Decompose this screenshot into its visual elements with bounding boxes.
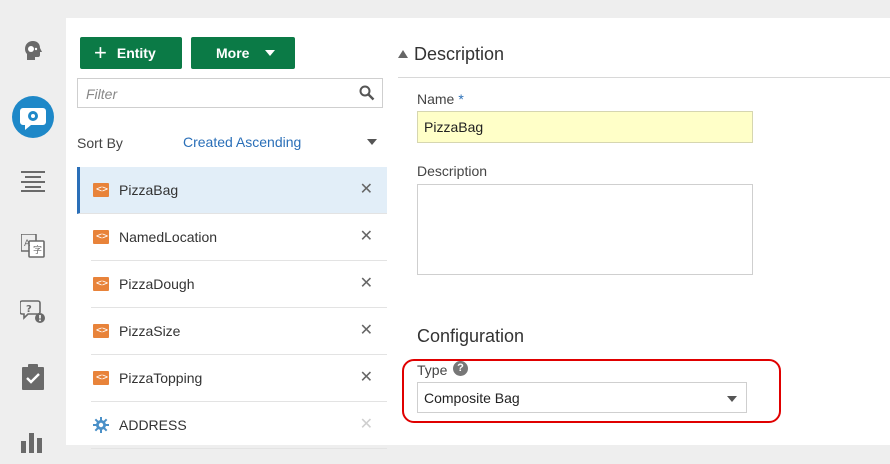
entity-name: PizzaTopping xyxy=(119,370,203,386)
delete-icon: ✕ xyxy=(359,416,373,433)
chevron-down-icon xyxy=(727,396,737,402)
svg-text:?: ? xyxy=(26,304,32,315)
delete-icon[interactable]: ✕ xyxy=(360,367,373,387)
description-section-title: Description xyxy=(414,44,505,64)
translate-icon: A 字 xyxy=(21,234,45,258)
nav-item-persona[interactable] xyxy=(0,28,66,74)
sort-chevron-down-icon[interactable] xyxy=(367,139,377,145)
svg-text:字: 字 xyxy=(33,244,42,256)
entity-list-item-namedlocation[interactable]: <> NamedLocation ✕ xyxy=(91,214,387,261)
add-entity-label: Entity xyxy=(116,45,156,61)
svg-text:A: A xyxy=(24,239,31,249)
main-panel: + Entity More Sort By Created Ascending … xyxy=(66,18,890,449)
question-chat-icon: ? xyxy=(20,300,45,323)
nav-item-analytics[interactable] xyxy=(0,418,66,464)
chevron-down-icon xyxy=(265,50,276,56)
left-nav: A 字 ? xyxy=(0,0,66,453)
search-icon[interactable] xyxy=(359,85,375,101)
nav-item-tasks[interactable] xyxy=(0,354,66,400)
type-select-value: Composite Bag xyxy=(424,390,520,406)
nav-item-faq[interactable]: ? xyxy=(0,288,66,334)
clipboard-check-icon xyxy=(22,364,44,390)
filter-input[interactable] xyxy=(78,79,358,109)
entity-name: PizzaBag xyxy=(119,182,179,198)
entity-name: ADDRESS xyxy=(119,417,187,433)
gear-icon xyxy=(93,417,109,433)
add-entity-button[interactable]: + Entity xyxy=(80,37,182,69)
entity-list-item-pizzabag[interactable]: <> PizzaBag ✕ xyxy=(77,167,387,214)
entity-list: <> PizzaBag ✕ <> NamedLocation ✕ <> Pizz… xyxy=(77,167,387,449)
nav-item-list[interactable] xyxy=(0,158,66,204)
name-field[interactable] xyxy=(417,111,753,143)
entity-list-item-pizzasize[interactable]: <> PizzaSize ✕ xyxy=(91,308,387,355)
description-field-label: Description xyxy=(417,163,488,179)
type-field-label: Type xyxy=(417,362,448,378)
entity-list-item-pizzatopping[interactable]: <> PizzaTopping ✕ xyxy=(91,355,387,402)
filter-box xyxy=(77,78,383,109)
head-bubble-icon xyxy=(25,41,42,60)
entity-icon: <> xyxy=(93,277,109,291)
help-icon[interactable]: ? xyxy=(453,361,468,376)
lines-icon xyxy=(21,171,45,192)
delete-icon[interactable]: ✕ xyxy=(360,179,373,199)
type-select[interactable]: Composite Bag xyxy=(417,382,747,413)
plus-icon: + xyxy=(94,40,107,65)
collapse-triangle-icon xyxy=(398,50,408,58)
entity-name: PizzaSize xyxy=(119,323,181,339)
nav-item-translate[interactable]: A 字 xyxy=(0,223,66,269)
delete-icon[interactable]: ✕ xyxy=(360,273,373,293)
sort-by-label: Sort By xyxy=(77,135,123,151)
description-field[interactable] xyxy=(417,184,753,275)
more-label: More xyxy=(216,45,250,61)
nav-item-chat-settings[interactable] xyxy=(0,94,66,140)
entity-list-item-address[interactable]: ADDRESS ✕ xyxy=(91,402,387,449)
entity-icon: <> xyxy=(93,324,109,338)
entity-list-item-pizzadough[interactable]: <> PizzaDough ✕ xyxy=(91,261,387,308)
section-divider xyxy=(398,77,890,78)
chat-gear-icon xyxy=(12,96,54,138)
more-button[interactable]: More xyxy=(191,37,295,69)
name-field-label: Name * xyxy=(417,91,464,107)
bar-chart-icon xyxy=(21,433,42,453)
entity-name: NamedLocation xyxy=(119,229,218,245)
entity-icon: <> xyxy=(93,371,109,385)
delete-icon[interactable]: ✕ xyxy=(360,226,373,246)
sort-select[interactable]: Created Ascending xyxy=(183,134,301,150)
delete-icon[interactable]: ✕ xyxy=(360,320,373,340)
entity-name: PizzaDough xyxy=(119,276,195,292)
entity-icon: <> xyxy=(93,230,109,244)
description-section-header[interactable]: Description xyxy=(398,44,504,65)
required-mark: * xyxy=(458,91,464,107)
configuration-heading: Configuration xyxy=(417,326,525,346)
bag-entity-icon: <> xyxy=(93,183,109,197)
